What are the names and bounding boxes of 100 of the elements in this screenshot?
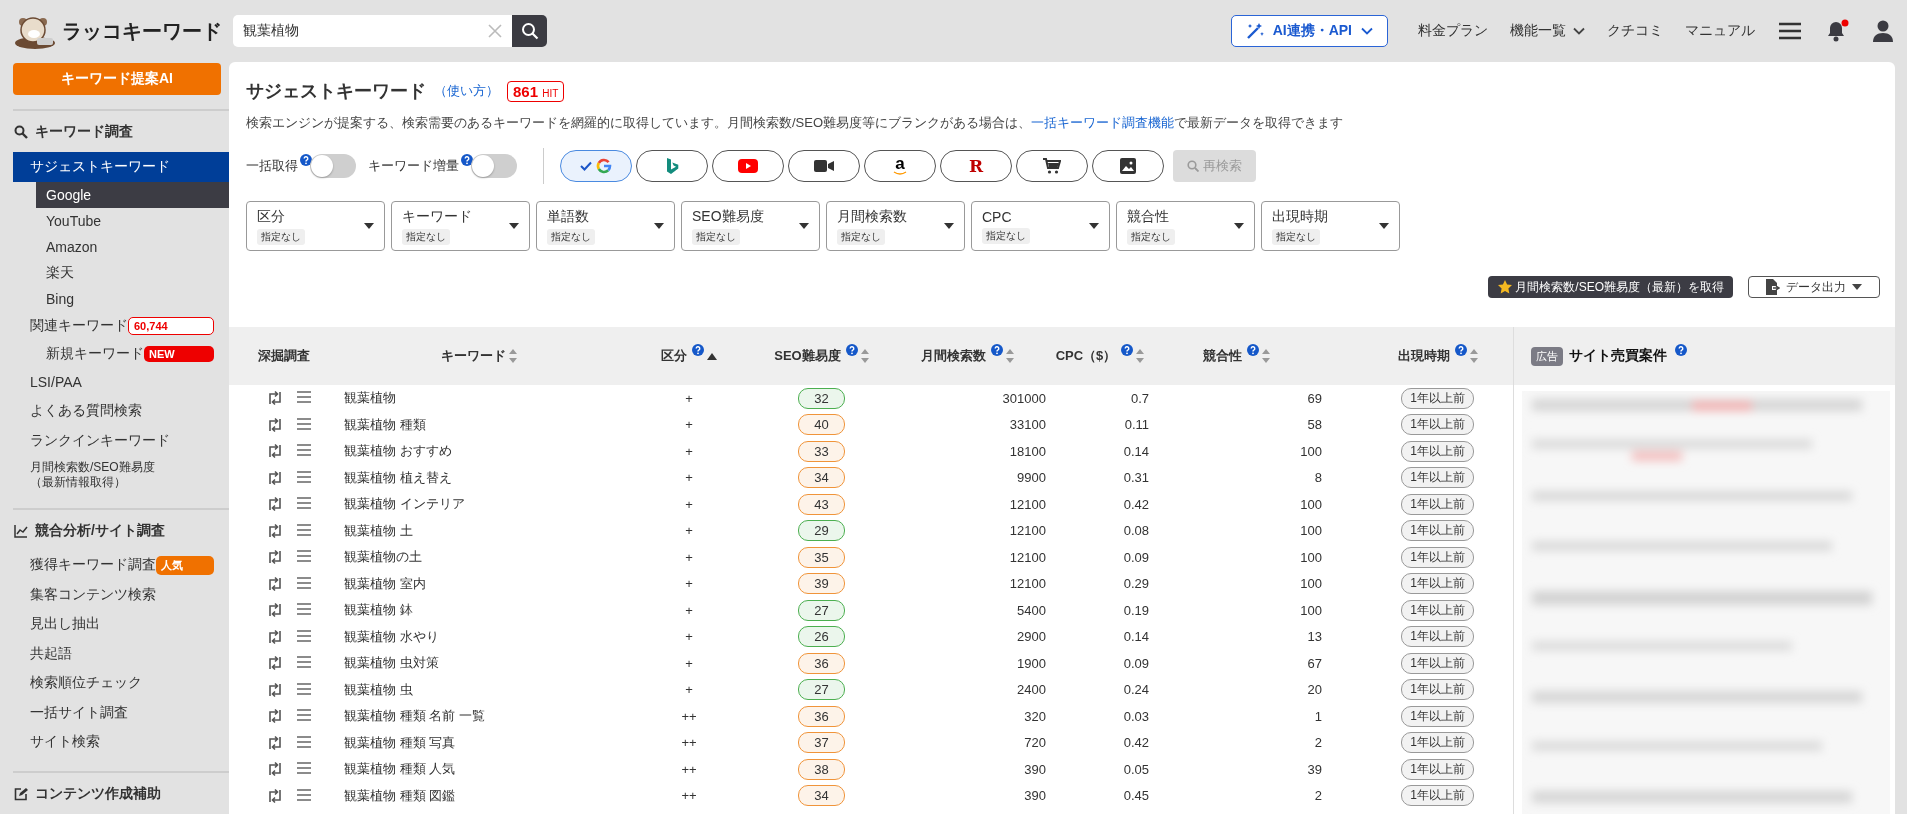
sidebar-item[interactable]: ランクインキーワード <box>13 426 229 456</box>
sidebar-item[interactable]: 関連キーワード 60,744 <box>13 311 229 341</box>
section-heading: 競合分析/サイト調査 <box>35 521 165 540</box>
how-to-link[interactable]: （使い方） <box>434 82 499 100</box>
sidebar-item[interactable]: サジェストキーワード <box>13 152 229 182</box>
sidebar-item[interactable]: Google <box>36 181 229 208</box>
loop-arrows-icon[interactable] <box>267 443 283 460</box>
loop-arrows-icon[interactable] <box>267 681 283 698</box>
search-icon <box>14 125 28 139</box>
help-icon[interactable] <box>1454 344 1467 356</box>
list-icon[interactable] <box>297 575 311 590</box>
amazon-icon: a <box>893 157 907 175</box>
ai-api-button[interactable]: AI連携・API <box>1230 15 1388 47</box>
loop-arrows-icon[interactable] <box>267 575 283 592</box>
sidebar-item[interactable]: 新規キーワード NEW <box>36 341 229 367</box>
source-button[interactable] <box>1016 150 1088 182</box>
nav-link[interactable]: 機能一覧 <box>1510 22 1585 40</box>
help-icon[interactable] <box>1246 344 1259 356</box>
search-button[interactable] <box>512 15 547 47</box>
filter-dropdown[interactable]: キーワード 指定なし <box>391 201 530 251</box>
source-button[interactable]: a <box>864 150 936 182</box>
help-icon[interactable] <box>1675 344 1687 356</box>
ad-badge: 広告 <box>1531 346 1563 366</box>
sort-ascending-icon[interactable] <box>707 352 717 360</box>
user-icon[interactable] <box>1873 20 1893 42</box>
sidebar-item[interactable]: 月間検索数/SEO難易度（最新情報取得） <box>13 455 229 494</box>
help-icon[interactable] <box>300 154 312 166</box>
list-icon[interactable] <box>297 522 311 537</box>
filter-dropdown[interactable]: 月間検索数 指定なし <box>826 201 965 251</box>
list-icon[interactable] <box>297 628 311 643</box>
table-cell-text: 観葉植物 おすすめ <box>343 442 453 461</box>
sidebar-item[interactable]: 検索順位チェック <box>13 668 229 698</box>
list-icon[interactable] <box>297 602 311 617</box>
sidebar-item[interactable]: Amazon <box>36 233 229 260</box>
list-icon[interactable] <box>297 496 311 511</box>
loop-arrows-icon[interactable] <box>267 628 283 645</box>
loop-arrows-icon[interactable] <box>267 602 283 619</box>
nav-link[interactable]: マニュアル <box>1685 22 1755 40</box>
list-icon[interactable] <box>297 681 311 696</box>
sidebar-item[interactable]: LSI/PAA <box>13 367 229 397</box>
list-icon[interactable] <box>297 416 311 431</box>
filter-dropdown[interactable]: 出現時期 指定なし <box>1261 201 1400 251</box>
help-icon[interactable] <box>845 344 858 356</box>
sidebar-item[interactable]: YouTube <box>36 207 229 234</box>
loop-arrows-icon[interactable] <box>267 734 283 751</box>
filter-dropdown[interactable]: 単語数 指定なし <box>536 201 675 251</box>
loop-arrows-icon[interactable] <box>267 416 283 433</box>
loop-arrows-icon[interactable] <box>267 655 283 672</box>
source-button[interactable] <box>712 150 784 182</box>
toggle-switch[interactable] <box>471 154 517 178</box>
help-icon[interactable] <box>461 154 473 166</box>
nav-link[interactable]: 料金プラン <box>1418 22 1488 40</box>
sidebar-item[interactable]: 一括サイト調査 <box>13 698 229 728</box>
loop-arrows-icon[interactable] <box>267 787 283 804</box>
sidebar-item[interactable]: 楽天 <box>36 259 229 286</box>
loop-arrows-icon[interactable] <box>267 390 283 407</box>
help-icon[interactable] <box>692 344 704 356</box>
bell-icon[interactable] <box>1825 19 1849 43</box>
menu-icon[interactable] <box>1779 22 1801 40</box>
source-button[interactable] <box>788 150 860 182</box>
filter-dropdown[interactable]: SEO難易度 指定なし <box>681 201 820 251</box>
loop-arrows-icon[interactable] <box>267 469 283 486</box>
table-cell-text: 100 <box>1299 443 1322 459</box>
sidebar-item[interactable]: 共起語 <box>13 639 229 669</box>
new-badge: NEW <box>144 346 214 362</box>
export-button[interactable]: データ出力 <box>1748 276 1880 298</box>
list-icon[interactable] <box>297 390 311 405</box>
loop-arrows-icon[interactable] <box>267 761 283 778</box>
source-button[interactable] <box>636 150 708 182</box>
loop-arrows-icon[interactable] <box>267 708 283 725</box>
source-button[interactable]: R <box>940 150 1012 182</box>
list-icon[interactable] <box>297 443 311 458</box>
sidebar-item[interactable]: 集客コンテンツ検索 <box>13 580 229 610</box>
source-button[interactable] <box>1092 150 1164 182</box>
seo-difficulty-badge: 36 <box>798 705 845 727</box>
list-icon[interactable] <box>297 469 311 484</box>
list-icon[interactable] <box>297 761 311 776</box>
fetch-button[interactable]: 月間検索数/SEO難易度（最新）を取得 <box>1488 276 1733 298</box>
list-icon[interactable] <box>297 787 311 802</box>
list-icon[interactable] <box>297 549 311 564</box>
filter-dropdown[interactable]: CPC 指定なし <box>971 201 1110 251</box>
help-icon[interactable] <box>1121 344 1134 356</box>
sidebar-item[interactable]: 見出し抽出 <box>13 609 229 639</box>
sidebar-item[interactable]: 獲得キーワード調査 人気 <box>13 550 229 580</box>
list-icon[interactable] <box>297 655 311 670</box>
bulk-research-link[interactable]: 一括キーワード調査機能 <box>1031 115 1175 130</box>
help-icon[interactable] <box>990 344 1003 356</box>
filter-dropdown[interactable]: 競合性 指定なし <box>1116 201 1255 251</box>
list-icon[interactable] <box>297 734 311 749</box>
sidebar-item[interactable]: Bing <box>36 285 229 312</box>
sidebar-item[interactable]: よくある質問検索 <box>13 396 229 426</box>
toggle-switch[interactable] <box>310 154 356 178</box>
filter-dropdown[interactable]: 区分 指定なし <box>246 201 385 251</box>
loop-arrows-icon[interactable] <box>267 496 283 513</box>
sidebar-item[interactable]: サイト検索 <box>13 727 229 757</box>
search-field[interactable]: 観葉植物 <box>233 15 512 47</box>
loop-arrows-icon[interactable] <box>267 522 283 539</box>
nav-link[interactable]: クチコミ <box>1607 22 1663 40</box>
loop-arrows-icon[interactable] <box>267 549 283 566</box>
list-icon[interactable] <box>297 708 311 723</box>
